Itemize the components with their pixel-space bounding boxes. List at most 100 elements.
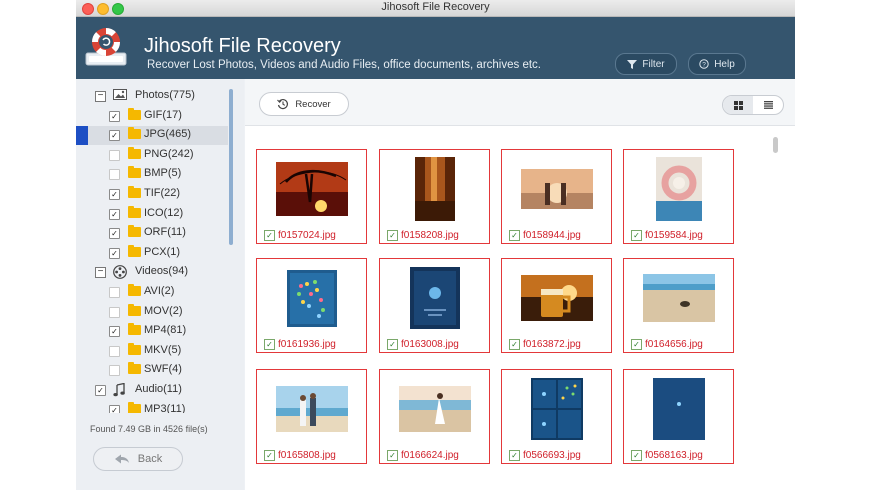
file-card[interactable]: ✓ f0165808.jpg bbox=[256, 369, 367, 464]
tree-item-mp3[interactable]: ✓ MP3(11) bbox=[76, 401, 228, 413]
tree-item-videos[interactable]: − Videos(94) bbox=[76, 263, 228, 282]
film-reel-icon bbox=[113, 265, 127, 282]
collapse-icon[interactable]: − bbox=[95, 267, 106, 279]
tree-checkbox[interactable]: ✓ bbox=[109, 404, 120, 413]
thumbnail-couple-sunset bbox=[520, 169, 593, 209]
tree-checkbox[interactable] bbox=[109, 287, 120, 298]
tree-item-png[interactable]: PNG(242) bbox=[76, 146, 228, 165]
tree-item-gif[interactable]: ✓ GIF(17) bbox=[76, 107, 228, 126]
file-checkbox[interactable]: ✓ bbox=[631, 449, 642, 461]
folder-icon bbox=[128, 323, 141, 336]
tree-item-bmp[interactable]: BMP(5) bbox=[76, 165, 228, 184]
file-caption: ✓ f0568163.jpg bbox=[631, 449, 703, 461]
tree-item-swf[interactable]: SWF(4) bbox=[76, 361, 228, 380]
file-name: f0158944.jpg bbox=[523, 229, 581, 241]
file-card[interactable]: ✓ f0568163.jpg bbox=[623, 369, 734, 464]
music-note-icon bbox=[113, 382, 125, 400]
file-card[interactable]: ✓ f0157024.jpg bbox=[256, 149, 367, 244]
tree-checkbox[interactable]: ✓ bbox=[109, 130, 120, 142]
file-checkbox[interactable]: ✓ bbox=[509, 449, 520, 461]
file-checkbox[interactable]: ✓ bbox=[509, 229, 520, 241]
file-name: f0163008.jpg bbox=[401, 338, 459, 350]
folder-icon bbox=[128, 362, 141, 375]
file-card[interactable]: ✓ f0566693.jpg bbox=[501, 369, 612, 464]
tree-item-audio[interactable]: ✓ Audio(11) bbox=[76, 381, 228, 400]
file-card[interactable]: ✓ f0163872.jpg bbox=[501, 258, 612, 353]
tree-checkbox[interactable]: ✓ bbox=[109, 208, 120, 220]
results-scrollbar[interactable] bbox=[773, 137, 778, 153]
folder-icon bbox=[128, 127, 141, 140]
tree-item-jpg[interactable]: ✓ JPG(465) bbox=[76, 126, 228, 146]
file-card[interactable]: ✓ f0159584.jpg bbox=[623, 149, 734, 244]
file-thumbnail-grid: ✓ f0157024.jpg ✓ f0158208.jpg ✓ f0158944.jpg ✓… bbox=[245, 126, 775, 490]
help-button[interactable]: ? Help bbox=[688, 53, 746, 75]
tree-checkbox[interactable]: ✓ bbox=[109, 189, 120, 200]
file-card[interactable]: ✓ f0158208.jpg bbox=[379, 149, 490, 244]
svg-text:?: ? bbox=[702, 61, 706, 68]
file-card[interactable]: ✓ f0158944.jpg bbox=[501, 149, 612, 244]
tree-item-label: PCX(1) bbox=[144, 245, 181, 258]
file-caption: ✓ f0159584.jpg bbox=[631, 229, 703, 241]
tree-checkbox[interactable] bbox=[109, 345, 120, 357]
list-view-button[interactable] bbox=[753, 96, 783, 114]
tree-checkbox[interactable]: ✓ bbox=[109, 326, 120, 338]
file-checkbox[interactable]: ✓ bbox=[631, 338, 642, 350]
file-checkbox[interactable]: ✓ bbox=[631, 229, 642, 241]
tree-item-tif[interactable]: ✓ TIF(22) bbox=[76, 185, 228, 204]
desktop-left bbox=[0, 0, 76, 490]
file-checkbox[interactable]: ✓ bbox=[264, 449, 275, 461]
file-checkbox[interactable]: ✓ bbox=[387, 449, 398, 461]
file-checkbox[interactable]: ✓ bbox=[387, 229, 398, 241]
tree-item-ico[interactable]: ✓ ICO(12) bbox=[76, 205, 228, 224]
file-caption: ✓ f0158944.jpg bbox=[509, 229, 581, 241]
file-checkbox[interactable]: ✓ bbox=[264, 338, 275, 350]
file-card[interactable]: ✓ f0164656.jpg bbox=[623, 258, 734, 353]
folder-icon bbox=[128, 205, 141, 218]
thumbnail-app-screens bbox=[530, 378, 583, 440]
file-checkbox[interactable]: ✓ bbox=[264, 229, 275, 241]
filter-button[interactable]: Filter bbox=[615, 53, 677, 75]
file-caption: ✓ f0158208.jpg bbox=[387, 229, 459, 241]
tree-checkbox[interactable] bbox=[109, 149, 120, 161]
tree-item-photos[interactable]: − Photos(775) bbox=[76, 87, 228, 106]
back-button[interactable]: Back bbox=[93, 447, 183, 471]
recover-button[interactable]: Recover bbox=[259, 92, 349, 116]
app-title: Jihosoft File Recovery bbox=[144, 35, 341, 57]
file-card[interactable]: ✓ f0161936.jpg bbox=[256, 258, 367, 353]
tree-checkbox[interactable]: ✓ bbox=[109, 110, 120, 122]
thumbnail-dark-app bbox=[409, 267, 460, 329]
file-caption: ✓ f0566693.jpg bbox=[509, 449, 581, 461]
grid-view-button[interactable] bbox=[723, 96, 753, 114]
file-card[interactable]: ✓ f0166624.jpg bbox=[379, 369, 490, 464]
file-caption: ✓ f0157024.jpg bbox=[264, 229, 336, 241]
tree-checkbox[interactable] bbox=[109, 306, 120, 318]
tree-item-avi[interactable]: AVI(2) bbox=[76, 283, 228, 302]
file-card[interactable]: ✓ f0163008.jpg bbox=[379, 258, 490, 353]
file-name: f0161936.jpg bbox=[278, 338, 336, 350]
file-checkbox[interactable]: ✓ bbox=[509, 338, 520, 350]
tree-checkbox[interactable]: ✓ bbox=[109, 247, 120, 259]
tree-checkbox[interactable] bbox=[109, 365, 120, 377]
thumbnail-autumn-forest bbox=[414, 157, 455, 221]
tree-item-pcx[interactable]: ✓ PCX(1) bbox=[76, 244, 228, 263]
tree-checkbox[interactable] bbox=[109, 169, 120, 181]
file-checkbox[interactable]: ✓ bbox=[387, 338, 398, 350]
file-caption: ✓ f0166624.jpg bbox=[387, 449, 459, 461]
tree-item-label: JPG(465) bbox=[144, 128, 192, 141]
lifebuoy-logo-icon bbox=[85, 28, 127, 66]
file-name: f0157024.jpg bbox=[278, 229, 336, 241]
desktop-right bbox=[795, 0, 870, 490]
tree-item-mov[interactable]: MOV(2) bbox=[76, 303, 228, 322]
tree-item-label: PNG(242) bbox=[144, 147, 194, 160]
list-icon bbox=[763, 101, 773, 109]
tree-checkbox[interactable]: ✓ bbox=[109, 228, 120, 240]
tree-item-mp4[interactable]: ✓ MP4(81) bbox=[76, 322, 228, 341]
tree-item-mkv[interactable]: MKV(5) bbox=[76, 342, 228, 361]
file-type-tree[interactable]: − Photos(775) ✓ GIF(17) ✓ JPG(465) PNG(242) BMP… bbox=[76, 87, 228, 413]
thumbnail-flower-wreath bbox=[655, 157, 702, 221]
tree-checkbox[interactable]: ✓ bbox=[95, 385, 106, 396]
collapse-icon[interactable]: − bbox=[95, 91, 106, 102]
sidebar-scrollbar[interactable] bbox=[229, 89, 233, 245]
tree-item-orf[interactable]: ✓ ORF(11) bbox=[76, 224, 228, 243]
funnel-icon bbox=[627, 59, 638, 69]
